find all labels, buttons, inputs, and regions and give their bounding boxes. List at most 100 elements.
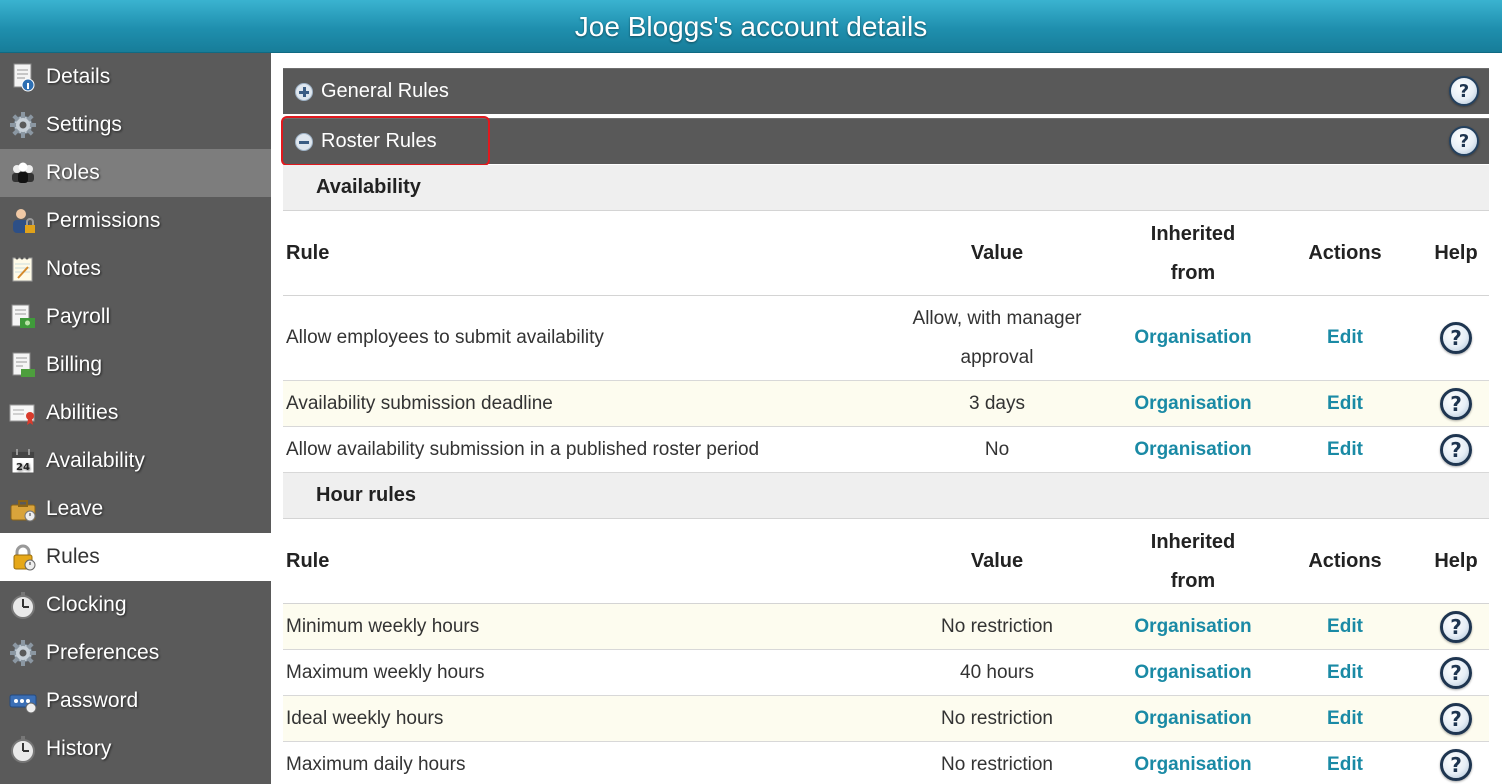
inherited-from-link[interactable]: Organisation bbox=[1118, 742, 1268, 784]
rule-name: Maximum weekly hours bbox=[286, 661, 485, 683]
column-header-rule: Rule bbox=[286, 550, 330, 572]
group-title: Availability bbox=[283, 165, 1489, 211]
sidebar-item-password[interactable]: Password bbox=[0, 677, 271, 725]
rule-name: Allow employees to submit availability bbox=[286, 327, 604, 348]
section-general-rules[interactable]: General Rules ? bbox=[283, 68, 1489, 114]
roster-rules-help-icon[interactable]: ? bbox=[1449, 126, 1479, 156]
rule-name: Ideal weekly hours bbox=[286, 707, 444, 729]
column-header-inherited-from: Inherited from bbox=[1150, 222, 1236, 284]
rule-value: No restriction bbox=[941, 754, 1053, 775]
rule-value: 40 hours bbox=[960, 662, 1034, 683]
sidebar-item-availability[interactable]: 24 Availability bbox=[0, 437, 271, 485]
sidebar-item-preferences[interactable]: Preferences bbox=[0, 629, 271, 677]
sidebar-item-label: Permissions bbox=[46, 209, 161, 232]
user-lock-icon bbox=[6, 204, 40, 238]
document-info-icon bbox=[6, 60, 40, 94]
gear-icon bbox=[6, 108, 40, 142]
sidebar-item-label: Clocking bbox=[46, 593, 127, 616]
rule-value: Allow, with manager approval bbox=[912, 308, 1082, 368]
column-header-rule: Rule bbox=[286, 242, 330, 264]
inherited-from-link[interactable]: Organisation bbox=[1118, 427, 1268, 472]
rule-value: No bbox=[984, 439, 1010, 460]
question-mark-icon: ? bbox=[1440, 748, 1472, 781]
help-icon[interactable]: ? bbox=[1436, 696, 1476, 741]
edit-link[interactable]: Edit bbox=[1293, 650, 1397, 695]
column-header-actions: Actions bbox=[1308, 550, 1382, 572]
money-document-icon bbox=[6, 300, 40, 334]
sidebar-item-label: Availability bbox=[46, 449, 145, 472]
sidebar-item-billing[interactable]: Billing bbox=[0, 341, 271, 389]
sidebar: Details Settings Roles Permissions Notes Payr… bbox=[0, 53, 271, 784]
rule-value: No restriction bbox=[941, 708, 1053, 729]
question-mark-icon: ? bbox=[1440, 610, 1472, 643]
table-row: Ideal weekly hours No restriction Organisa… bbox=[283, 696, 1489, 742]
inherited-from-link[interactable]: Organisation bbox=[1118, 604, 1268, 649]
rule-name: Minimum weekly hours bbox=[286, 615, 480, 637]
question-mark-icon: ? bbox=[1440, 433, 1472, 466]
collapse-icon[interactable] bbox=[295, 132, 313, 151]
section-roster-rules-label: Roster Rules bbox=[321, 130, 437, 152]
sidebar-item-rules[interactable]: Rules bbox=[0, 533, 271, 581]
column-header-value: Value bbox=[970, 242, 1024, 264]
edit-link[interactable]: Edit bbox=[1293, 604, 1397, 649]
edit-link[interactable]: Edit bbox=[1293, 696, 1397, 741]
group-title: Hour rules bbox=[283, 473, 1489, 519]
edit-link[interactable]: Edit bbox=[1293, 742, 1397, 784]
sidebar-item-label: Roles bbox=[46, 161, 100, 184]
notepad-icon bbox=[6, 252, 40, 286]
rule-name: Allow availability submission in a publi… bbox=[286, 438, 760, 460]
sidebar-item-label: Abilities bbox=[46, 401, 119, 424]
sidebar-item-roles[interactable]: Roles bbox=[0, 149, 271, 197]
question-mark-icon: ? bbox=[1440, 322, 1472, 354]
inherited-from-link[interactable]: Organisation bbox=[1118, 650, 1268, 695]
section-roster-rules[interactable]: Roster Rules ? bbox=[283, 118, 1489, 164]
sidebar-item-abilities[interactable]: Abilities bbox=[0, 389, 271, 437]
sidebar-item-details[interactable]: Details bbox=[0, 53, 271, 101]
calendar-icon: 24 bbox=[6, 444, 40, 478]
stopwatch-icon bbox=[6, 588, 40, 622]
expand-icon[interactable] bbox=[295, 82, 313, 101]
section-general-rules-label: General Rules bbox=[321, 80, 449, 102]
help-icon[interactable]: ? bbox=[1436, 381, 1476, 426]
sidebar-item-label: History bbox=[46, 737, 112, 760]
question-mark-icon: ? bbox=[1440, 702, 1472, 735]
sidebar-item-label: Rules bbox=[46, 545, 100, 568]
sidebar-item-clocking[interactable]: Clocking bbox=[0, 581, 271, 629]
table-row: Allow availability submission in a publi… bbox=[283, 427, 1489, 473]
sidebar-item-permissions[interactable]: Permissions bbox=[0, 197, 271, 245]
help-icon[interactable]: ? bbox=[1436, 427, 1476, 472]
help-icon[interactable]: ? bbox=[1436, 604, 1476, 649]
column-header-inherited-from: Inherited from bbox=[1150, 530, 1236, 592]
svg-text:24: 24 bbox=[16, 462, 30, 473]
inherited-from-link[interactable]: Organisation bbox=[1118, 296, 1268, 380]
sidebar-item-history[interactable]: History bbox=[0, 725, 271, 773]
people-icon bbox=[6, 156, 40, 190]
certificate-icon bbox=[6, 396, 40, 430]
sidebar-item-payroll[interactable]: Payroll bbox=[0, 293, 271, 341]
rule-value: No restriction bbox=[941, 616, 1053, 637]
table-row: Maximum weekly hours 40 hours Organisation… bbox=[283, 650, 1489, 696]
column-header-value: Value bbox=[970, 550, 1024, 572]
inherited-from-link[interactable]: Organisation bbox=[1118, 381, 1268, 426]
edit-link[interactable]: Edit bbox=[1293, 296, 1397, 380]
question-mark-icon: ? bbox=[1440, 656, 1472, 689]
question-mark-icon: ? bbox=[1440, 387, 1472, 420]
column-headers: Rule Value Inherited from Actions Help bbox=[283, 519, 1489, 604]
sidebar-item-label: Payroll bbox=[46, 305, 111, 328]
edit-link[interactable]: Edit bbox=[1293, 427, 1397, 472]
gear-icon bbox=[6, 636, 40, 670]
help-icon[interactable]: ? bbox=[1436, 650, 1476, 695]
sidebar-item-label: Billing bbox=[46, 353, 103, 376]
help-icon[interactable]: ? bbox=[1436, 296, 1476, 380]
general-rules-help-icon[interactable]: ? bbox=[1449, 76, 1479, 106]
edit-link[interactable]: Edit bbox=[1293, 381, 1397, 426]
column-header-help: Help bbox=[1434, 550, 1478, 572]
sidebar-item-settings[interactable]: Settings bbox=[0, 101, 271, 149]
help-icon[interactable]: ? bbox=[1436, 742, 1476, 784]
sidebar-item-notes[interactable]: Notes bbox=[0, 245, 271, 293]
sidebar-item-leave[interactable]: Leave bbox=[0, 485, 271, 533]
table-row: Allow employees to submit availability Al… bbox=[283, 296, 1489, 381]
inherited-from-link[interactable]: Organisation bbox=[1118, 696, 1268, 741]
column-headers: Rule Value Inherited from Actions Help bbox=[283, 211, 1489, 296]
column-header-actions: Actions bbox=[1308, 242, 1382, 264]
